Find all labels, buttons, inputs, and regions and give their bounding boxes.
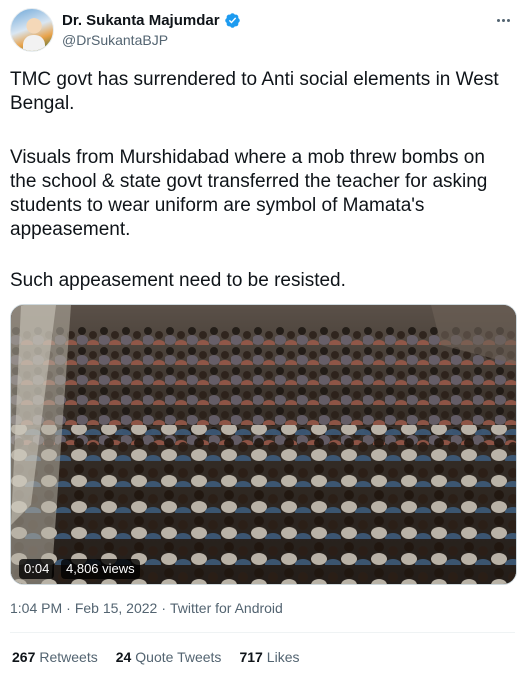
name-row: Dr. Sukanta Majumdar xyxy=(62,12,241,29)
avatar-figure xyxy=(23,35,45,51)
tweet-text-paragraph: Such appeasement need to be resisted. xyxy=(10,270,346,291)
tweet-header: Dr. Sukanta Majumdar @DrSukantaBJP xyxy=(10,8,515,54)
video-thumbnail xyxy=(11,305,516,584)
tweet-text-paragraph: TMC govt has surrendered to Anti social … xyxy=(10,69,499,114)
more-dot xyxy=(496,18,500,22)
tweet-meta: 1:04 PM · Feb 15, 2022 · Twitter for And… xyxy=(10,600,283,616)
likes-label: Likes xyxy=(266,649,300,665)
avatar[interactable] xyxy=(10,8,54,52)
tweet-source[interactable]: Twitter for Android xyxy=(170,600,283,616)
retweets-count: 267 xyxy=(12,649,36,665)
video-duration-badge: 0:04 xyxy=(19,559,55,579)
display-name[interactable]: Dr. Sukanta Majumdar xyxy=(62,12,220,29)
tweet-date[interactable]: Feb 15, 2022 xyxy=(75,600,158,616)
tweet-time[interactable]: 1:04 PM xyxy=(10,600,62,616)
quote-tweets-stat[interactable]: 24 Quote Tweets xyxy=(116,649,222,665)
quote-tweets-count: 24 xyxy=(115,649,132,665)
verified-badge-icon xyxy=(224,13,240,28)
retweets-stat[interactable]: 267 Retweets xyxy=(12,649,98,665)
quote-tweets-label: Quote Tweets xyxy=(135,649,222,665)
video-player[interactable]: 0:04 4,806 views xyxy=(10,304,517,585)
tweet-card: Dr. Sukanta Majumdar @DrSukantaBJP TMC g… xyxy=(0,0,523,676)
video-views-badge: 4,806 views xyxy=(61,559,140,579)
engagement-stats: 267 Retweets 24 Quote Tweets 717 Likes xyxy=(12,649,299,665)
more-dot xyxy=(501,18,505,22)
more-options-icon[interactable] xyxy=(491,12,515,28)
retweets-label: Retweets xyxy=(39,649,98,665)
user-handle[interactable]: @DrSukantaBJP xyxy=(62,32,168,48)
likes-stat[interactable]: 717 Likes xyxy=(239,649,299,665)
meta-separator: · xyxy=(161,600,166,616)
likes-count: 717 xyxy=(239,649,263,665)
more-dot xyxy=(506,18,510,22)
meta-separator: · xyxy=(66,600,71,616)
tweet-text-paragraph: Visuals from Murshidabad where a mob thr… xyxy=(10,147,488,240)
divider xyxy=(10,632,515,633)
